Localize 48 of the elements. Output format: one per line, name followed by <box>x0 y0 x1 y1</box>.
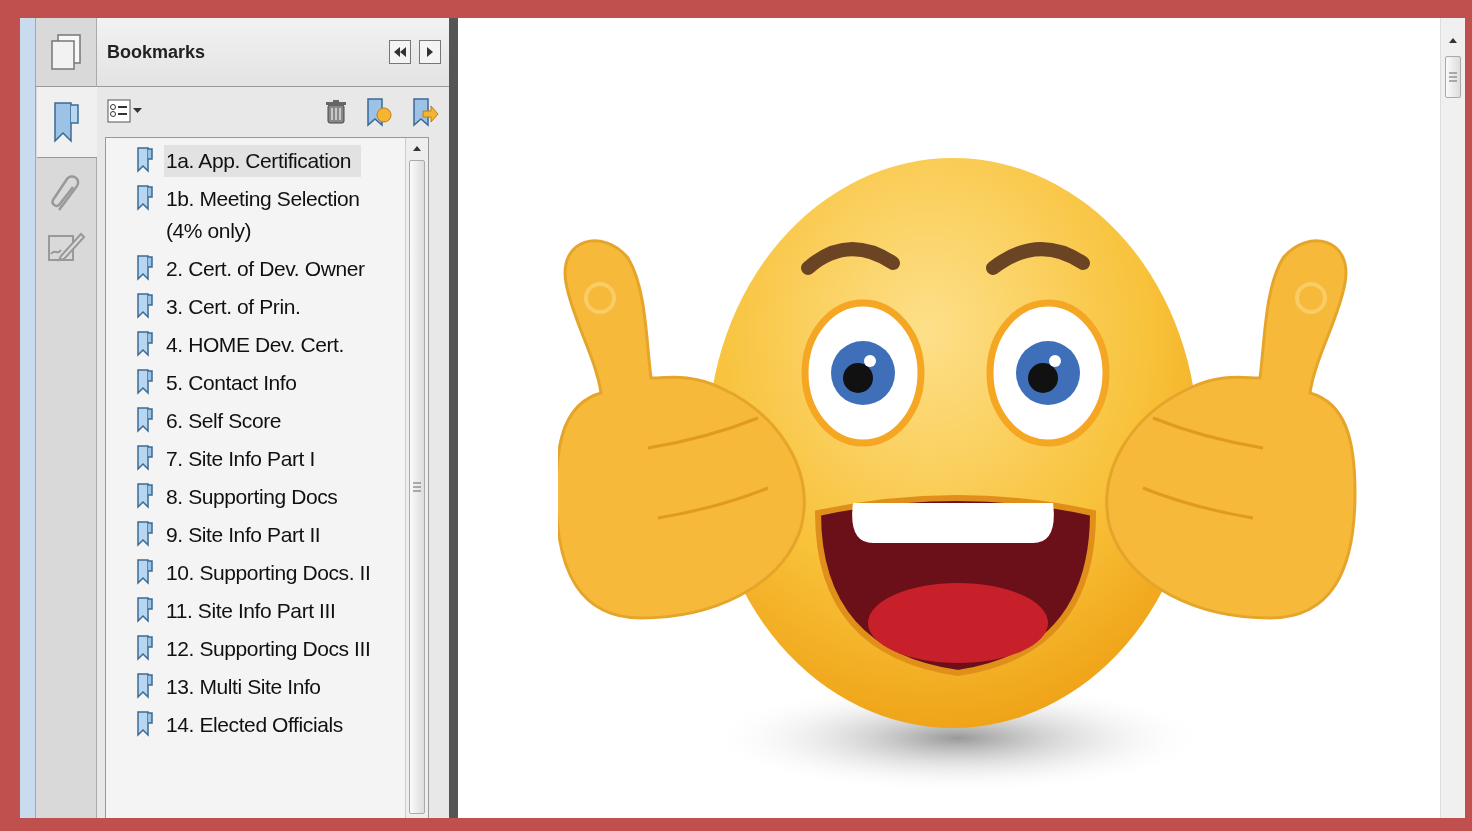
grip-icon <box>413 482 421 492</box>
bookmark-icon <box>136 673 154 699</box>
bookmark-icon <box>136 559 154 585</box>
scrollbar-thumb[interactable] <box>409 160 425 814</box>
bookmark-item[interactable]: 9. Site Info Part II <box>164 519 331 551</box>
bookmark-icon <box>136 483 154 509</box>
bookmark-icon <box>136 255 154 281</box>
grip-icon <box>1449 72 1457 82</box>
bookmark-item[interactable]: 2. Cert. of Dev. Owner <box>164 253 375 285</box>
bookmark-icon <box>136 331 154 357</box>
bookmark-item[interactable]: 12. Supporting Docs III <box>164 633 381 665</box>
scroll-up-arrow-icon[interactable] <box>412 144 422 152</box>
bookmark-item[interactable]: 5. Contact Info <box>164 367 307 399</box>
bookmark-item[interactable]: 1a. App. Certification <box>164 145 361 177</box>
scrollbar-thumb[interactable] <box>1445 56 1461 98</box>
bookmark-icon <box>136 293 154 319</box>
list-options-icon <box>107 99 145 125</box>
bookmark-item[interactable]: 4. HOME Dev. Cert. <box>164 329 354 361</box>
collapse-panel-button[interactable] <box>389 40 411 64</box>
double-left-arrow-icon <box>393 46 407 58</box>
right-arrow-icon <box>426 46 434 58</box>
bookmark-icon <box>136 185 154 211</box>
delete-button[interactable] <box>323 97 349 127</box>
panel-title: Bookmarks <box>107 41 207 63</box>
bookmark-icon <box>136 445 154 471</box>
bookmark-icon <box>136 369 154 395</box>
bookmark-item[interactable]: 7. Site Info Part I <box>164 443 325 475</box>
bookmark-icon[interactable] <box>53 101 81 143</box>
bookmark-item[interactable]: 13. Multi Site Info <box>164 671 331 703</box>
bookmark-item[interactable]: 6. Self Score <box>164 405 292 437</box>
bookmark-item[interactable]: 8. Supporting Docs <box>164 481 348 513</box>
bookmark-icon <box>136 407 154 433</box>
signature-pen-icon[interactable] <box>47 230 85 264</box>
bookmark-icon <box>136 711 154 737</box>
bookmark-icon <box>136 147 154 173</box>
next-button[interactable] <box>419 40 441 64</box>
bookmark-item[interactable]: 11. Site Info Part III <box>164 595 346 627</box>
bookmark-icon <box>136 635 154 661</box>
bookmark-item[interactable]: 3. Cert. of Prin. <box>164 291 311 323</box>
pages-icon[interactable] <box>49 33 83 71</box>
bookmark-item[interactable]: 10. Supporting Docs. II <box>164 557 381 589</box>
scroll-up-arrow-icon[interactable] <box>1448 36 1458 44</box>
bookmark-icon <box>136 597 154 623</box>
trash-icon <box>325 99 347 125</box>
bookmark-icon <box>136 521 154 547</box>
bookmark-arrow-icon <box>411 97 439 127</box>
bookmark-item[interactable]: 1b. Meeting Selection (4% only) <box>164 183 405 247</box>
bookmark-item[interactable]: 14. Elected Officials <box>164 709 353 741</box>
